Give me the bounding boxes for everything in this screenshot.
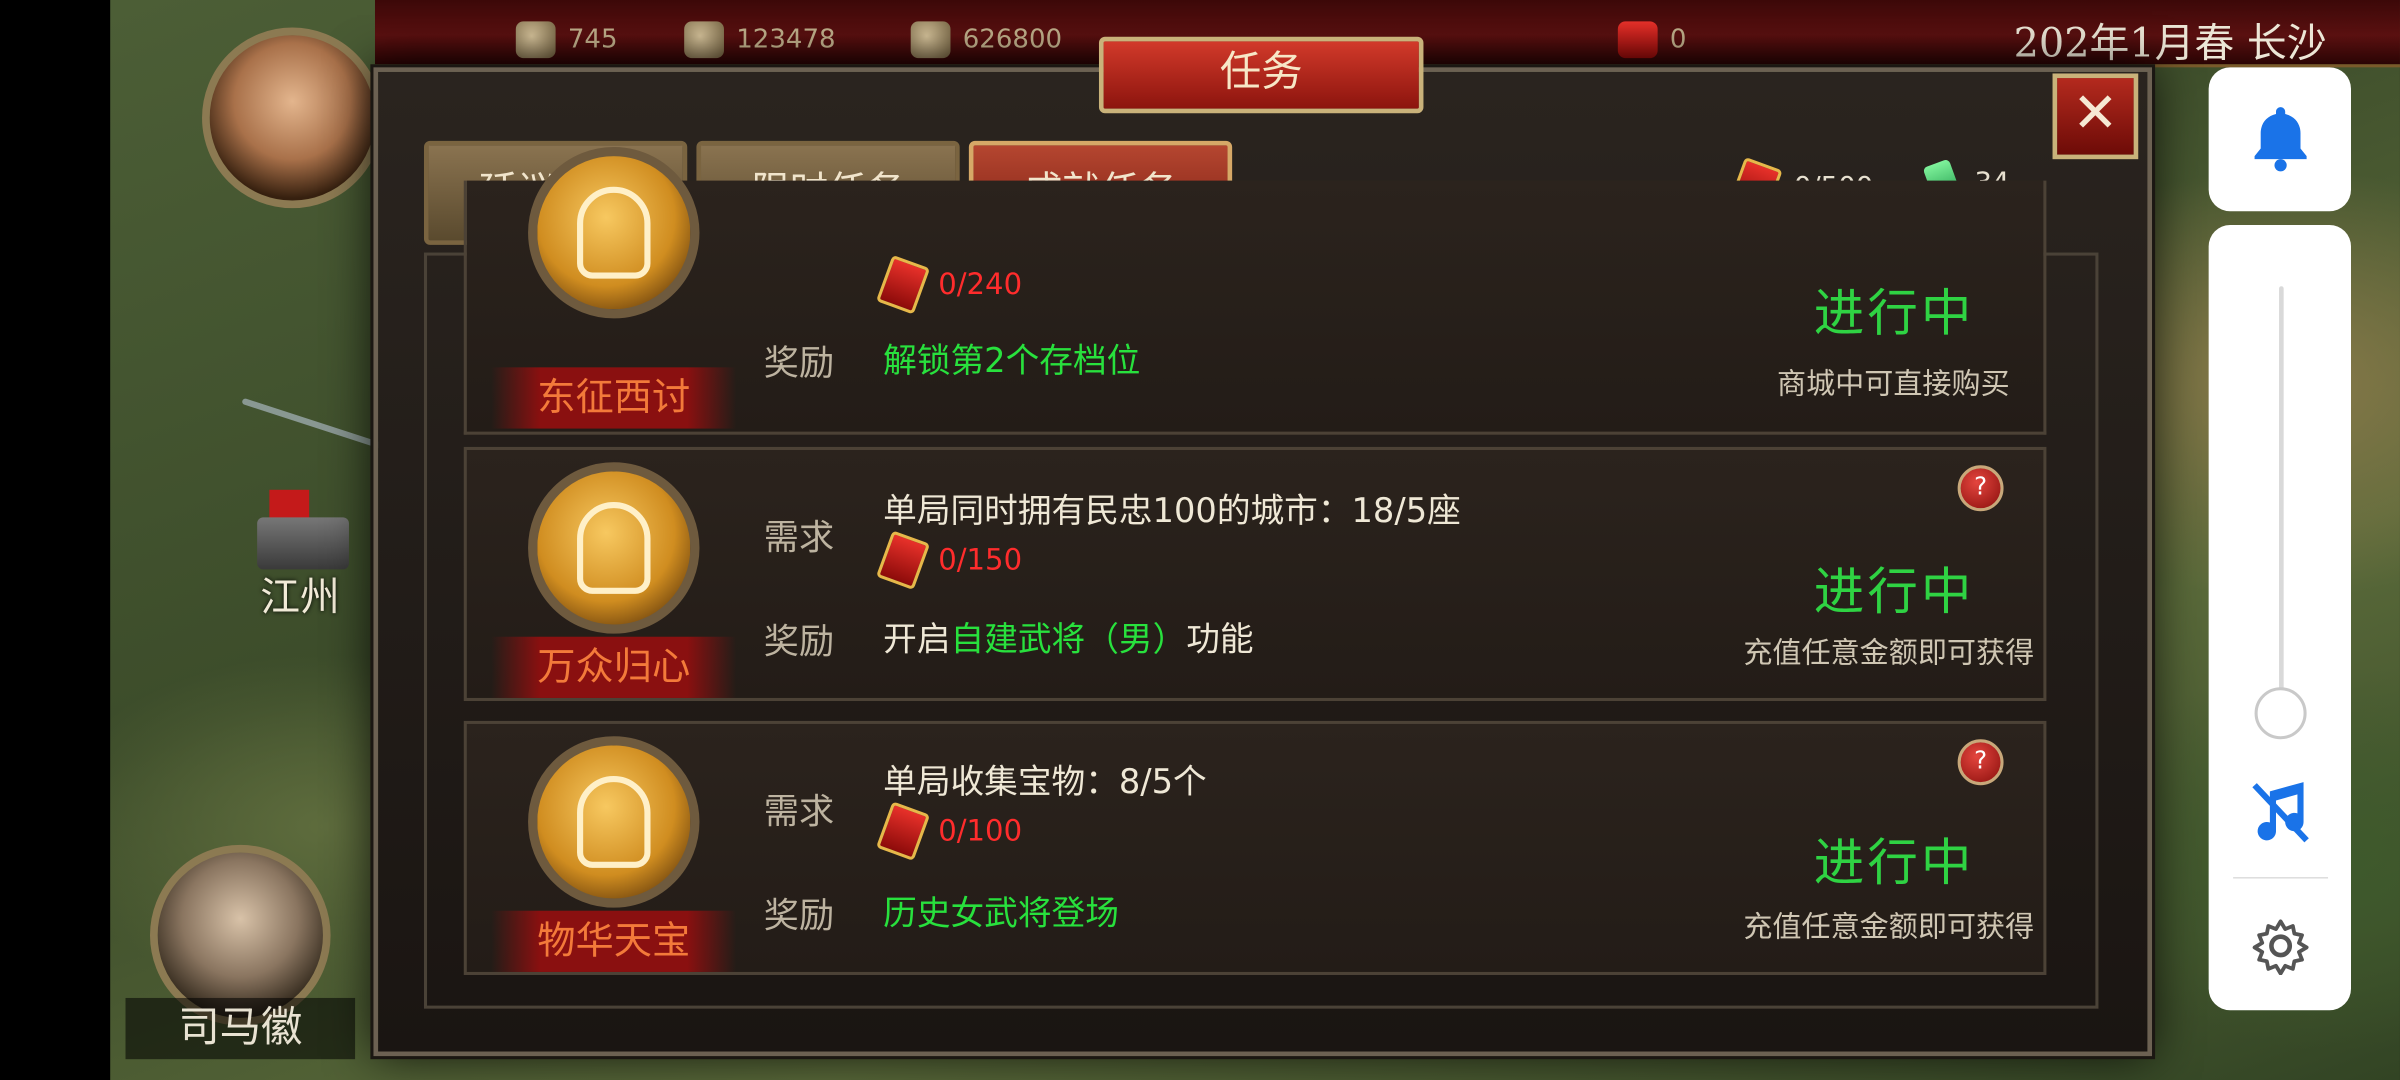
mission-name: 万众归心 xyxy=(491,636,737,698)
reward-label: 奖励 xyxy=(763,896,835,937)
mission-card[interactable]: 万众归心 需求 单局同时拥有民忠100的城市：18/5座 0/150 奖励 开启… xyxy=(463,446,2047,702)
warrior-helmet-icon xyxy=(577,502,651,594)
ticket-icon xyxy=(875,254,931,315)
requirement-label: 需求 xyxy=(763,792,835,833)
help-button[interactable]: ? xyxy=(1957,465,2004,512)
warrior-helmet-icon xyxy=(577,776,651,868)
ticket-icon xyxy=(875,801,931,861)
status-note: 充值任意金额即可获得 xyxy=(1743,910,2035,945)
mission-status: 进行中 xyxy=(1813,283,1975,343)
volume-slider-knob[interactable] xyxy=(2254,687,2307,740)
reward-text: 解锁第2个存档位 xyxy=(883,342,1141,382)
ticket-icon xyxy=(875,530,931,591)
gate-icon xyxy=(577,186,651,279)
mission-card[interactable]: 物华天宝 需求 单局收集宝物：8/5个 0/100 奖励 历史女武将登场 ? 进… xyxy=(463,720,2047,975)
bell-icon xyxy=(2253,107,2306,172)
fortress-icon xyxy=(257,517,349,570)
status-note: 商城中可直接购买 xyxy=(1777,367,2010,402)
reward-label: 奖励 xyxy=(763,622,835,663)
reward-suffix: 功能 xyxy=(1186,621,1254,660)
requirement-text: 单局收集宝物：8/5个 xyxy=(883,763,1207,803)
resource-4-value: 0 xyxy=(1669,24,1687,56)
grain-icon xyxy=(910,21,951,59)
reward-highlight: 自建武将（男） xyxy=(950,621,1187,660)
cost-value: 0/150 xyxy=(938,543,1023,578)
ticket-icon xyxy=(1617,21,1658,59)
mission-name: 东征西讨 xyxy=(491,367,737,429)
volume-track[interactable] xyxy=(2279,286,2284,715)
mission-cost: 0/240 xyxy=(875,254,1023,315)
game-viewport: 745 123478 626800 0 202年1月春 长沙 江州 司马徽 任务… xyxy=(0,0,2400,1080)
player-avatar[interactable] xyxy=(202,27,383,209)
date-location: 202年1月春 长沙 xyxy=(2013,21,2327,68)
city-name: 江州 xyxy=(260,575,340,622)
mission-status: 进行中 xyxy=(1813,832,1975,893)
resource-3: 626800 xyxy=(910,21,1063,59)
close-button[interactable]: ✕ xyxy=(2052,73,2139,160)
medal-icon xyxy=(528,462,700,634)
status-note: 充值任意金额即可获得 xyxy=(1743,636,2035,671)
music-muted-icon[interactable] xyxy=(2248,779,2312,846)
mission-name: 物华天宝 xyxy=(491,910,737,972)
cost-value: 0/240 xyxy=(938,267,1023,302)
resource-3-value: 626800 xyxy=(962,24,1063,56)
mission-card[interactable]: 东征西讨 0/240 奖励 解锁第2个存档位 进行中 商城中可直接购买 xyxy=(463,146,2047,435)
ring-mode-button[interactable] xyxy=(2208,67,2352,212)
resource-4: 0 xyxy=(1617,21,1687,59)
resource-1: 745 xyxy=(515,21,618,59)
mission-status: 进行中 xyxy=(1813,561,1975,622)
resource-2-value: 123478 xyxy=(736,24,836,56)
cost-value: 0/100 xyxy=(938,814,1023,848)
reward-text: 历史女武将登场 xyxy=(883,895,1119,934)
reward-text: 开启自建武将（男）功能 xyxy=(883,612,1253,661)
resource-1-value: 745 xyxy=(567,24,618,56)
mission-cost: 0/150 xyxy=(875,530,1023,591)
mission-cost: 0/100 xyxy=(875,801,1023,861)
reward-prefix: 开启 xyxy=(883,621,951,660)
dialog-title: 任务 xyxy=(1098,36,1424,114)
help-button[interactable]: ? xyxy=(1957,739,2004,786)
gear-icon[interactable] xyxy=(2252,917,2310,975)
requirement-label: 需求 xyxy=(763,518,835,559)
requirement-text: 单局同时拥有民忠100的城市：18/5座 xyxy=(883,492,1461,532)
screen: 745 123478 626800 0 202年1月春 长沙 江州 司马徽 任务… xyxy=(0,0,2400,1080)
medal-icon xyxy=(528,736,700,908)
wood-icon xyxy=(515,21,556,59)
resource-2: 123478 xyxy=(684,21,836,59)
panel-divider xyxy=(2233,877,2329,879)
reward-label: 奖励 xyxy=(763,344,835,385)
medal-icon xyxy=(528,146,700,319)
advisor-name: 司马徽 xyxy=(125,997,356,1060)
volume-panel xyxy=(2208,224,2352,1011)
money-bag-icon xyxy=(684,21,724,59)
